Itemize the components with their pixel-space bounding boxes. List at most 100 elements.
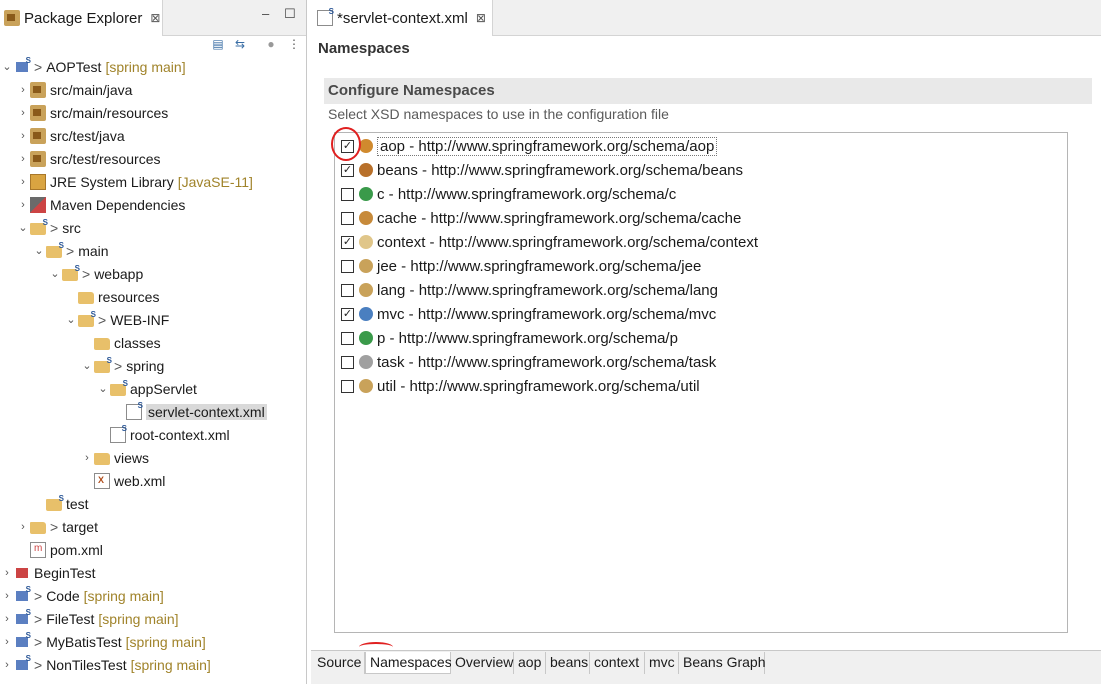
close-icon[interactable]: ⊠ [476,11,486,25]
minimize-icon[interactable]: – [262,6,269,21]
collapsed-arrow-icon[interactable]: › [0,659,14,671]
tree-item[interactable]: classes [80,331,161,354]
tree-item[interactable]: › src/test/resources [16,147,160,170]
xml-s-icon [126,401,143,420]
package-explorer-tab[interactable]: Package Explorer ⊠ [0,0,163,36]
namespace-item[interactable]: jee - http://www.springframework.org/sch… [341,255,701,277]
editor-tab-label: *servlet-context.xml [337,9,468,27]
tree-item-label: views [114,449,150,466]
tree-item-decoration: [spring main] [105,58,186,75]
tree-item[interactable]: › JRE System Library [JavaSE-11] [16,170,253,193]
namespace-checkbox[interactable] [341,331,354,345]
namespace-icon [359,331,373,345]
collapsed-arrow-icon[interactable]: › [16,153,30,165]
expanded-arrow-icon[interactable]: ⌄ [16,221,30,234]
tree-item[interactable]: › >Code[spring main] [0,584,164,607]
tree-item[interactable]: pom.xml [16,538,103,561]
expanded-arrow-icon[interactable]: ⌄ [64,313,78,326]
tree-item[interactable]: › > target [16,515,98,538]
tree-item[interactable]: › BeginTest [0,561,95,584]
page-tab-source[interactable]: Source [313,652,365,674]
expanded-arrow-icon[interactable]: ⌄ [80,359,94,372]
section-title[interactable]: Configure Namespaces [324,78,1092,104]
link-with-editor-icon[interactable]: ⇆ [232,36,248,52]
tree-item[interactable]: resources [64,285,159,308]
collapsed-arrow-icon[interactable]: › [0,567,14,579]
expanded-arrow-icon[interactable]: ⌄ [32,244,46,257]
maximize-icon[interactable]: ☐ [284,6,296,22]
namespace-item[interactable]: lang - http://www.springframework.org/sc… [341,279,718,301]
expanded-arrow-icon[interactable]: ⌄ [48,267,62,280]
collapse-all-icon[interactable]: ▤ [210,36,226,52]
namespace-checkbox[interactable] [341,283,354,297]
namespace-checkbox[interactable]: ✓ [341,235,354,249]
namespace-checkbox[interactable] [341,355,354,369]
view-menu-icon[interactable]: ⋮ [286,36,302,52]
focus-icon[interactable]: ● [263,36,279,52]
namespace-checkbox[interactable]: ✓ [341,139,354,153]
tree-item-label: NonTilesTest [46,656,127,673]
xml-file-icon [317,7,334,26]
tree-item[interactable]: › >NonTilesTest[spring main] [0,653,211,676]
namespace-item[interactable]: ✓ aop - http://www.springframework.org/sc… [341,135,718,157]
page-tab-aop[interactable]: aop [514,652,546,674]
collapsed-arrow-icon[interactable]: › [16,176,30,188]
collapsed-arrow-icon[interactable]: › [0,636,14,648]
tree-item[interactable]: › src/test/java [16,124,125,147]
namespace-checkbox[interactable] [341,259,354,273]
tree-item[interactable]: › views [80,446,149,469]
collapsed-arrow-icon[interactable]: › [0,613,14,625]
tree-item[interactable]: ⌄ >spring [80,354,164,377]
collapsed-arrow-icon[interactable]: › [0,590,14,602]
page-tab-context[interactable]: context [590,652,645,674]
namespace-item[interactable]: cache - http://www.springframework.org/s… [341,207,741,229]
editor-tab-servlet-context[interactable]: *servlet-context.xml ⊠ [311,0,493,36]
tree-item[interactable]: › src/main/java [16,78,132,101]
page-tab-mvc[interactable]: mvc [645,652,679,674]
collapsed-arrow-icon[interactable]: › [16,84,30,96]
page-tab-namespaces[interactable]: Namespaces [365,652,452,674]
tree-item[interactable]: ⌄ appServlet [96,377,197,400]
tree-item[interactable]: › Maven Dependencies [16,193,185,216]
page-tab-beans-graph[interactable]: Beans Graph [679,652,766,674]
namespace-item[interactable]: task - http://www.springframework.org/sc… [341,351,716,373]
close-icon[interactable]: ⊠ [150,11,160,25]
page-tab-beans[interactable]: beans [546,652,590,674]
tree-item[interactable]: test [32,492,89,515]
tree-item[interactable]: ⌄ >main [32,239,109,262]
namespace-checkbox[interactable] [341,379,354,393]
namespace-checkbox[interactable] [341,211,354,225]
tree-item[interactable]: root-context.xml [96,423,230,446]
tree-item[interactable]: ⌄ >src [16,216,80,239]
folder-s-icon [30,218,48,235]
tree-item[interactable]: ⌄ >webapp [48,262,143,285]
tree-item[interactable]: › >FileTest[spring main] [0,607,179,630]
tree-item[interactable]: › >MyBatisTest[spring main] [0,630,206,653]
page-tab-overview[interactable]: Overview [451,652,514,674]
collapsed-arrow-icon[interactable]: › [16,130,30,142]
tree-item-label: main [78,242,109,259]
namespace-item[interactable]: util - http://www.springframework.org/sc… [341,375,700,397]
collapsed-arrow-icon[interactable]: › [16,199,30,211]
namespace-item[interactable]: ✓ mvc - http://www.springframework.org/sc… [341,303,716,325]
namespace-item[interactable]: p - http://www.springframework.org/schem… [341,327,678,349]
tree-item[interactable]: servlet-context.xml [112,400,267,423]
configure-namespaces-section: Configure Namespaces Select XSD namespac… [324,78,1092,633]
tree-item[interactable]: › src/main/resources [16,101,168,124]
namespace-list[interactable]: ✓ aop - http://www.springframework.org/sc… [334,132,1068,633]
namespace-item[interactable]: ✓ beans - http://www.springframework.org/… [341,159,743,181]
expanded-arrow-icon[interactable]: ⌄ [0,60,14,73]
namespace-checkbox[interactable]: ✓ [341,163,354,177]
collapsed-arrow-icon[interactable]: › [80,452,94,464]
namespace-checkbox[interactable]: ✓ [341,307,354,321]
namespace-checkbox[interactable] [341,187,354,201]
tree-item[interactable]: web.xml [80,469,165,492]
collapsed-arrow-icon[interactable]: › [16,521,30,533]
namespace-label: task - http://www.springframework.org/sc… [377,353,717,371]
expanded-arrow-icon[interactable]: ⌄ [96,382,110,395]
namespace-item[interactable]: ✓ context - http://www.springframework.or… [341,231,758,253]
namespace-item[interactable]: c - http://www.springframework.org/schem… [341,183,676,205]
collapsed-arrow-icon[interactable]: › [16,107,30,119]
tree-item[interactable]: ⌄ >AOPTest[spring main] [0,55,186,78]
tree-item[interactable]: ⌄ >WEB-INF [64,308,169,331]
